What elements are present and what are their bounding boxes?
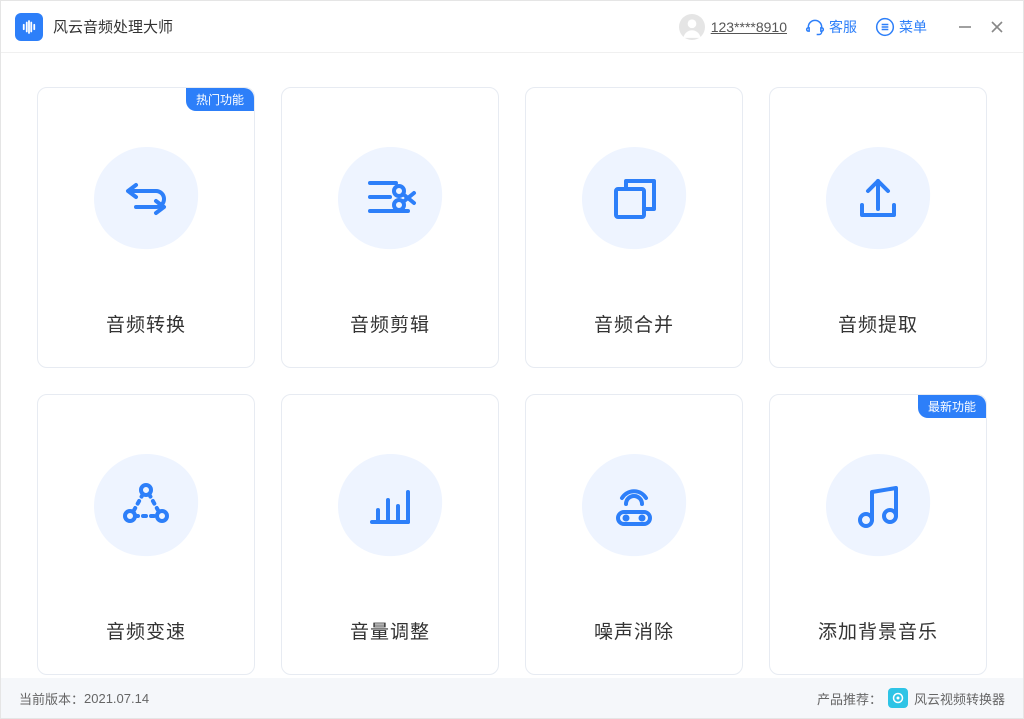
card-audio-extract[interactable]: 音频提取 [769, 87, 987, 368]
recommend-link[interactable]: 风云视频转换器 [914, 689, 1005, 708]
cut-icon [360, 169, 420, 229]
user-avatar-icon [679, 14, 705, 40]
app-title: 风云音频处理大师 [53, 16, 173, 37]
app-logo-icon [15, 13, 43, 41]
user-id-link[interactable]: 123****8910 [711, 19, 787, 35]
card-label: 音频转换 [106, 292, 186, 367]
card-label: 音频提取 [838, 292, 918, 367]
feature-grid: 热门功能 音频转换 音频剪辑 [1, 53, 1023, 675]
headset-icon [805, 17, 825, 37]
card-volume-adjust[interactable]: 音量调整 [281, 394, 499, 675]
hot-badge: 热门功能 [186, 88, 254, 111]
card-label: 音频合并 [594, 292, 674, 367]
card-audio-cut[interactable]: 音频剪辑 [281, 87, 499, 368]
card-audio-speed[interactable]: 音频变速 [37, 394, 255, 675]
speed-icon [116, 476, 176, 536]
noise-icon [604, 476, 664, 536]
music-icon [848, 476, 908, 536]
close-button[interactable] [985, 15, 1009, 39]
version-value: 2021.07.14 [84, 691, 149, 706]
support-label: 客服 [829, 17, 857, 37]
recommend-logo-icon [888, 688, 908, 708]
card-noise-reduce[interactable]: 噪声消除 [525, 394, 743, 675]
menu-label: 菜单 [899, 17, 927, 37]
volume-icon [360, 476, 420, 536]
card-label: 添加背景音乐 [818, 599, 938, 674]
card-label: 音频变速 [106, 599, 186, 674]
version-prefix: 当前版本： [19, 689, 84, 708]
extract-icon [848, 169, 908, 229]
card-label: 噪声消除 [594, 599, 674, 674]
menu-button[interactable]: 菜单 [875, 17, 927, 37]
merge-icon [604, 169, 664, 229]
convert-icon [116, 169, 176, 229]
recommend-prefix: 产品推荐： [817, 689, 882, 708]
card-add-bgm[interactable]: 最新功能 添加背景音乐 [769, 394, 987, 675]
card-label: 音频剪辑 [350, 292, 430, 367]
menu-icon [875, 17, 895, 37]
minimize-button[interactable] [953, 15, 977, 39]
new-badge: 最新功能 [918, 395, 986, 418]
card-label: 音量调整 [350, 599, 430, 674]
title-bar: 风云音频处理大师 123****8910 客服 菜单 [1, 1, 1023, 53]
status-bar: 当前版本： 2021.07.14 产品推荐： 风云视频转换器 [1, 678, 1023, 718]
card-audio-merge[interactable]: 音频合并 [525, 87, 743, 368]
card-audio-convert[interactable]: 热门功能 音频转换 [37, 87, 255, 368]
support-button[interactable]: 客服 [805, 17, 857, 37]
